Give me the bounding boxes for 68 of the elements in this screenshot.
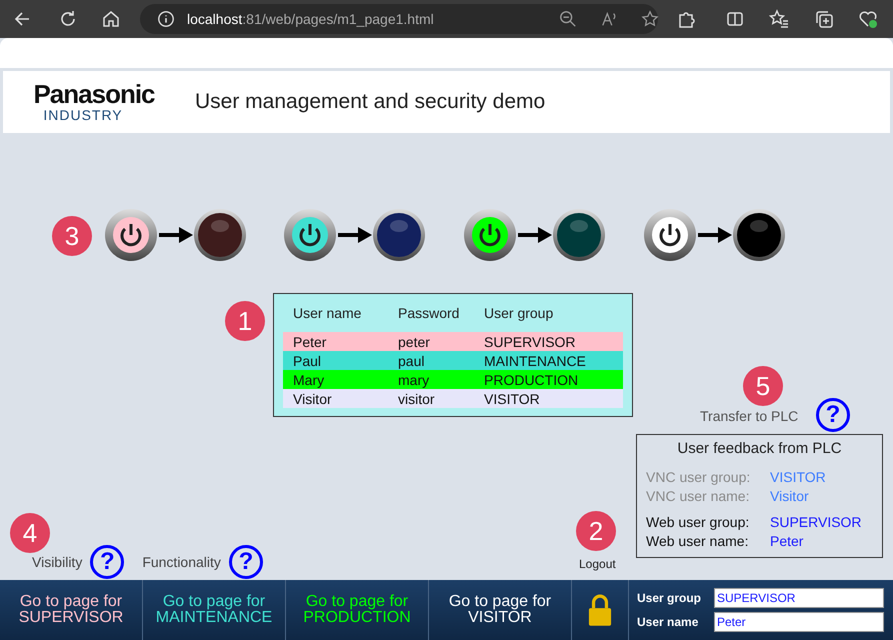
nav-button[interactable]: Go to page for PRODUCTION [286, 580, 429, 640]
field-value: VISITOR [770, 469, 826, 487]
table-cell-text: Visitor [292, 390, 333, 406]
column-header: User name [292, 305, 362, 321]
table-cell-text: peter [397, 334, 431, 350]
hint-label: Visibility [32, 554, 82, 570]
table-cell-text: Mary [292, 372, 326, 388]
number-badge: 3 [52, 216, 92, 256]
star-icon[interactable] [641, 10, 659, 28]
collections-icon[interactable] [814, 9, 834, 29]
column-header: Password [397, 305, 460, 321]
panel-title: User feedback from PLC [677, 440, 842, 457]
logo-text: Panasonic [33, 81, 155, 107]
table-cell-text: mary [397, 372, 430, 388]
field-value: SUPERVISOR [770, 514, 862, 532]
transfer-label: Transfer to PLC [700, 408, 798, 424]
url-text: localhost:81/web/pages/m1_page1.html [187, 11, 434, 27]
arrow-icon [518, 227, 552, 243]
field-value: Peter [770, 533, 804, 551]
field-label: Web user group: [646, 514, 750, 532]
reload-icon[interactable] [58, 9, 78, 29]
table-cell-text: Paul [292, 352, 322, 368]
table-cell-text: PRODUCTION [483, 372, 578, 388]
help-button[interactable]: ? [816, 398, 850, 432]
info-icon[interactable] [157, 10, 175, 28]
field-label: User group [637, 591, 702, 605]
address-bar[interactable]: localhost:81/web/pages/m1_page1.html [140, 4, 658, 34]
logo-subtitle: INDUSTRY [43, 107, 123, 123]
field-label: Web user name: [646, 533, 750, 551]
nav-button[interactable]: Go to page for VISITOR [429, 580, 572, 640]
table-cell-text: Peter [292, 334, 328, 350]
table-cell-text: visitor [397, 390, 436, 406]
nav-button[interactable]: Go to page for MAINTENANCE [143, 580, 286, 640]
arrow-icon [338, 227, 372, 243]
field-value: Visitor [770, 488, 809, 506]
health-icon[interactable] [858, 9, 878, 29]
arrow-icon [698, 227, 732, 243]
number-badge: 5 [743, 366, 783, 406]
power-button-icon[interactable] [463, 208, 517, 262]
arrow-icon [159, 227, 193, 243]
table-cell-text: paul [397, 352, 426, 368]
number-badge: 4 [10, 513, 50, 553]
indicator-lamp-icon [193, 208, 247, 262]
input-field[interactable]: SUPERVISOR [714, 588, 884, 608]
logout-link[interactable]: Logout [579, 557, 616, 571]
number-badge: 1 [225, 301, 265, 341]
indicator-lamp-icon [372, 208, 426, 262]
field-label: User name [637, 615, 700, 629]
field-label: VNC user group: [646, 469, 752, 487]
power-button-icon[interactable] [283, 208, 337, 262]
lock-icon[interactable] [588, 593, 612, 627]
indicator-lamp-icon [732, 208, 786, 262]
input-field[interactable]: Peter [714, 612, 884, 632]
favorites-icon[interactable] [769, 9, 789, 29]
nav-button[interactable]: Go to page for SUPERVISOR [0, 580, 143, 640]
power-button-icon[interactable] [104, 208, 158, 262]
page-title: User management and security demo [195, 90, 546, 114]
table-cell-text: VISITOR [483, 390, 540, 406]
zoom-icon[interactable] [559, 10, 577, 28]
power-button-icon[interactable] [643, 208, 697, 262]
table-cell-text: MAINTENANCE [483, 352, 586, 368]
hint-label: Functionality [142, 554, 221, 570]
field-label: VNC user name: [646, 488, 750, 506]
column-header: User group [483, 305, 554, 321]
indicator-lamp-icon [552, 208, 606, 262]
number-badge: 2 [576, 511, 616, 551]
home-icon[interactable] [101, 9, 121, 29]
table-cell-text: SUPERVISOR [483, 334, 576, 350]
